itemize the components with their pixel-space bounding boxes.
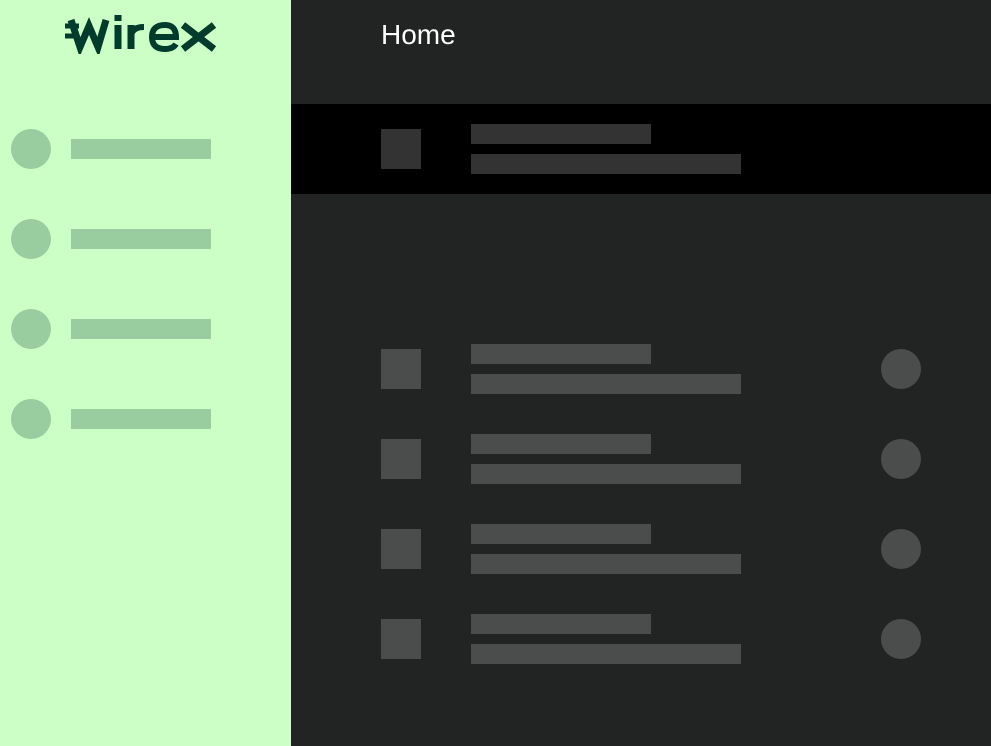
- list-item-thumbnail-placeholder: [381, 349, 421, 389]
- list-item-thumbnail-placeholder: [381, 439, 421, 479]
- featured-title-placeholder: [471, 124, 651, 144]
- sidebar-item-1[interactable]: [11, 129, 211, 169]
- featured-thumbnail-placeholder: [381, 129, 421, 169]
- main-content: Home: [291, 0, 991, 746]
- list-item-subtitle-placeholder: [471, 644, 741, 664]
- list-item-thumbnail-placeholder: [381, 619, 421, 659]
- sidebar-item-2[interactable]: [11, 219, 211, 259]
- list-item-title-placeholder: [471, 434, 651, 454]
- list-item-action-button[interactable]: [881, 439, 921, 479]
- featured-subtitle-placeholder: [471, 154, 741, 174]
- sidebar-item-label-placeholder: [71, 409, 211, 429]
- list-item-title-placeholder: [471, 614, 651, 634]
- sidebar-item-icon-placeholder: [11, 399, 51, 439]
- list-item-subtitle-placeholder: [471, 374, 741, 394]
- sidebar: [0, 0, 291, 746]
- sidebar-item-4[interactable]: [11, 399, 211, 439]
- list-item-thumbnail-placeholder: [381, 529, 421, 569]
- list-item-action-button[interactable]: [881, 529, 921, 569]
- list-item[interactable]: [291, 344, 991, 404]
- sidebar-item-label-placeholder: [71, 319, 211, 339]
- list-item[interactable]: [291, 614, 991, 674]
- list-item-action-button[interactable]: [881, 619, 921, 659]
- list-item[interactable]: [291, 434, 991, 494]
- sidebar-item-label-placeholder: [71, 139, 211, 159]
- wirex-logo[interactable]: [65, 12, 217, 54]
- list-item-subtitle-placeholder: [471, 464, 741, 484]
- list-item-title-placeholder: [471, 524, 651, 544]
- featured-card[interactable]: [291, 104, 991, 194]
- list-item-action-button[interactable]: [881, 349, 921, 389]
- sidebar-item-label-placeholder: [71, 229, 211, 249]
- sidebar-item-3[interactable]: [11, 309, 211, 349]
- list-item[interactable]: [291, 524, 991, 584]
- list-item-subtitle-placeholder: [471, 554, 741, 574]
- sidebar-item-icon-placeholder: [11, 309, 51, 349]
- sidebar-item-icon-placeholder: [11, 219, 51, 259]
- sidebar-item-icon-placeholder: [11, 129, 51, 169]
- page-title: Home: [381, 19, 456, 50]
- list-item-title-placeholder: [471, 344, 651, 364]
